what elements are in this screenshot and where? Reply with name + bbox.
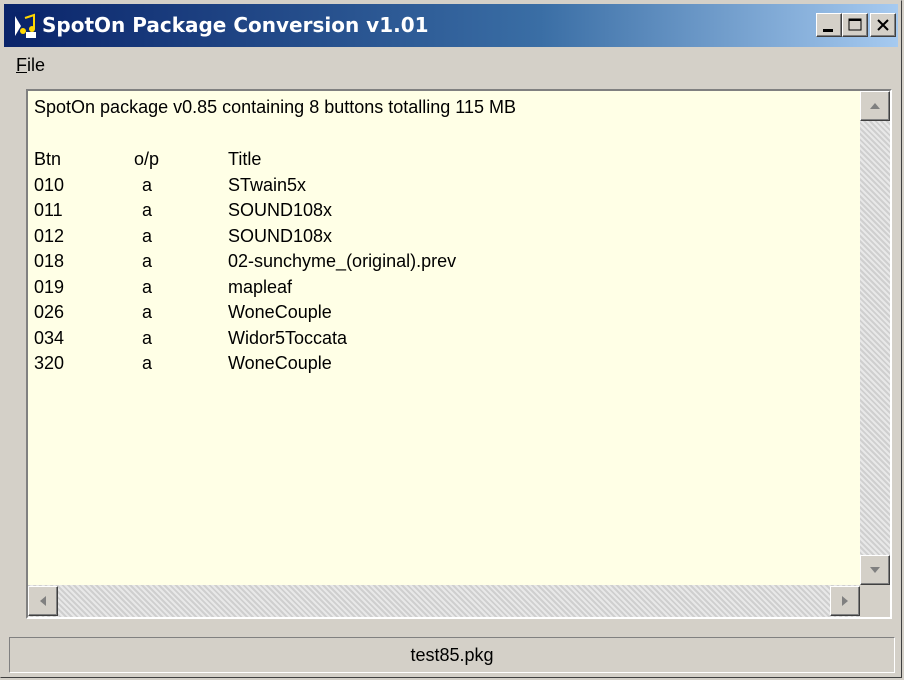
output-panel: SpotOn package v0.85 containing 8 button… — [26, 89, 892, 619]
row-title: SOUND108x — [228, 200, 333, 220]
minimize-button[interactable] — [816, 13, 842, 37]
row-op: a — [142, 327, 153, 348]
row-btn: 010 — [34, 174, 65, 195]
title-bar[interactable]: SpotOn Package Conversion v1.01 — [4, 4, 898, 47]
column-header-op: o/p — [134, 149, 160, 169]
menu-bar: File — [4, 49, 898, 79]
arrow-left-icon — [40, 596, 46, 606]
close-icon — [877, 19, 889, 31]
row-title: SOUND108x — [228, 225, 333, 246]
status-filename: test85.pkg — [410, 645, 494, 665]
row-btn: 034 — [34, 327, 65, 348]
package-summary: SpotOn package v0.85 containing 8 button… — [34, 97, 516, 117]
app-window: SpotOn Package Conversion v1.01 File Spo… — [0, 0, 902, 678]
row-op: a — [142, 225, 153, 246]
row-title: Widor5Toccata — [228, 327, 348, 348]
arrow-right-icon — [842, 596, 848, 606]
arrow-down-icon — [870, 567, 880, 573]
column-header-title: Title — [228, 149, 262, 169]
column-header-btn: Btn — [34, 149, 62, 169]
row-btn: 018 — [34, 251, 65, 271]
row-op: a — [142, 174, 153, 195]
status-bar: test85.pkg — [9, 637, 895, 673]
scroll-left-button[interactable] — [28, 586, 58, 616]
row-btn: 011 — [34, 200, 63, 220]
maximize-icon — [848, 18, 862, 31]
row-op: a — [142, 353, 153, 373]
arrow-up-icon — [870, 103, 880, 109]
menu-file-label: ile — [27, 55, 46, 75]
row-btn: 026 — [34, 302, 65, 322]
row-op: a — [142, 251, 153, 271]
maximize-button[interactable] — [842, 13, 868, 37]
menu-file-accelerator: F — [16, 55, 27, 75]
menu-file[interactable]: File — [16, 55, 45, 76]
row-btn: 320 — [34, 353, 65, 373]
window-title: SpotOn Package Conversion v1.01 — [42, 13, 429, 37]
row-title: mapleaf — [228, 276, 293, 297]
row-op: a — [142, 200, 153, 220]
row-title: WoneCouple — [228, 302, 332, 322]
music-note-icon — [12, 12, 40, 40]
row-btn: 019 — [34, 276, 65, 297]
vertical-scrollbar[interactable] — [860, 91, 890, 585]
scroll-right-button[interactable] — [830, 586, 860, 616]
row-title: STwain5x — [228, 174, 307, 195]
minimize-icon — [823, 29, 833, 32]
scroll-down-button[interactable] — [860, 555, 890, 585]
row-op: a — [142, 302, 153, 322]
scroll-up-button[interactable] — [860, 91, 890, 121]
row-op: a — [142, 276, 153, 297]
scrollbar-corner — [860, 585, 890, 617]
row-title: WoneCouple — [228, 353, 332, 373]
row-btn: 012 — [34, 225, 65, 246]
horizontal-scrollbar[interactable] — [28, 585, 860, 617]
close-button[interactable] — [870, 13, 896, 37]
row-title: 02-sunchyme_(original).prev — [228, 251, 457, 271]
output-textarea[interactable]: SpotOn package v0.85 containing 8 button… — [28, 91, 860, 585]
